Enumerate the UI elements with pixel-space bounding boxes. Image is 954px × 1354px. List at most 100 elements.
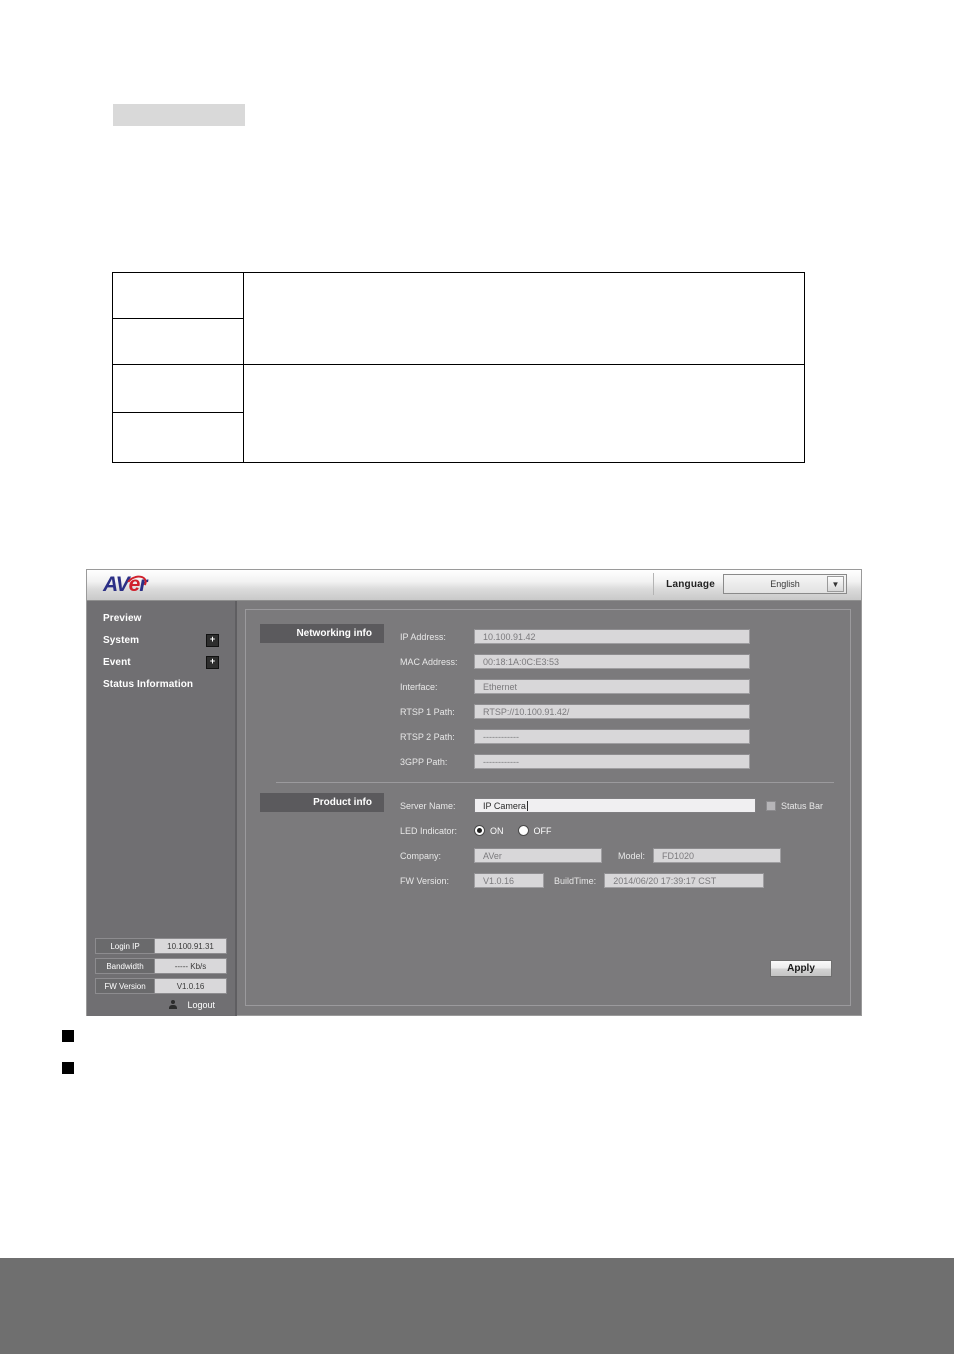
mac-address-value: 00:18:1A:0C:E3:53 <box>474 654 750 669</box>
square-bullet-icon <box>62 1062 74 1074</box>
field-label: RTSP 2 Path: <box>400 731 455 742</box>
chevron-down-icon[interactable]: ▼ <box>827 576 844 592</box>
company-value: AVer <box>474 848 602 863</box>
sidebar-item-label: Status Information <box>103 678 194 690</box>
status-row-bandwidth: Bandwidth ----- Kb/s <box>95 958 227 974</box>
list-item <box>62 1027 762 1059</box>
model-label: Model: <box>618 850 646 861</box>
language-selector[interactable]: Language English ▼ <box>653 573 847 595</box>
plus-expand-icon[interactable]: + <box>206 655 219 669</box>
aver-logo: AVer <box>103 572 148 596</box>
interface-value: Ethernet <box>474 679 750 694</box>
apply-button[interactable]: Apply <box>770 960 832 977</box>
status-value: V1.0.16 <box>176 981 205 991</box>
bullet-list <box>62 1027 762 1091</box>
led-radio-group: ON OFF <box>474 825 566 836</box>
info-table <box>112 272 805 463</box>
field-server-name: Server Name: IP Camera Status Bar <box>400 793 850 818</box>
fw-version-value: V1.0.16 <box>474 873 544 888</box>
buildtime-label: BuildTime: <box>554 875 597 886</box>
field-label: RTSP 1 Path: <box>400 706 455 717</box>
sidebar-item-system[interactable]: System + <box>87 629 235 651</box>
model-value: FD1020 <box>653 848 782 863</box>
plus-expand-icon[interactable]: + <box>206 633 219 647</box>
logo-text-e: e <box>128 572 141 596</box>
status-value: 10.100.91.31 <box>167 941 214 951</box>
sidebar-item-label: Event <box>103 656 131 668</box>
field-fw-version-buildtime: FW Version: V1.0.16 BuildTime: 2014/06/2… <box>400 868 850 893</box>
field-label: Interface: <box>400 681 438 692</box>
status-key: Login IP <box>96 939 155 953</box>
server-name-value: IP Camera <box>483 800 526 811</box>
table-cell-label <box>112 412 244 463</box>
field-rtsp-2-path: RTSP 2 Path: ------------ <box>400 724 850 749</box>
sidebar-item-status-information[interactable]: Status Information <box>87 673 235 695</box>
field-ip-address: IP Address: 10.100.91.42 <box>400 624 850 649</box>
sidebar-item-event[interactable]: Event + <box>87 651 235 673</box>
square-bullet-icon <box>62 1030 74 1042</box>
language-dropdown[interactable]: English ▼ <box>723 574 847 594</box>
app-header: AVer Language English ▼ <box>87 570 861 601</box>
status-key: FW Version <box>96 979 155 993</box>
logo-text-av: AV <box>103 572 130 596</box>
field-3gpp-path: 3GPP Path: ------------ <box>400 749 850 774</box>
table-row <box>112 364 805 463</box>
logout-button[interactable]: Logout <box>95 998 227 1012</box>
content-panel: Networking info IP Address: 10.100.91.42… <box>245 609 851 1006</box>
table-cell-label <box>112 364 244 413</box>
led-on-radio[interactable] <box>474 825 485 836</box>
section-networking-info: Networking info IP Address: 10.100.91.42… <box>246 624 850 774</box>
logo-text-r: r <box>139 572 147 596</box>
status-bar-checkbox[interactable] <box>766 800 776 811</box>
sidebar: Preview System + Event + Status Informat… <box>87 601 237 1016</box>
sidebar-item-preview[interactable]: Preview <box>87 607 235 629</box>
section-title-networking: Networking info <box>260 624 384 643</box>
text-cursor <box>526 800 528 811</box>
table-row <box>112 272 805 365</box>
sidebar-nav: Preview System + Event + Status Informat… <box>87 601 235 695</box>
buildtime-value: 2014/06/20 17:39:17 CST <box>604 873 765 888</box>
3gpp-path-value: ------------ <box>474 754 750 769</box>
app-body: Preview System + Event + Status Informat… <box>87 601 861 1016</box>
ip-camera-web-ui: AVer Language English ▼ Preview System + <box>86 569 862 1016</box>
field-label: IP Address: <box>400 631 446 642</box>
led-off-radio[interactable] <box>517 825 529 836</box>
field-label: FW Version: <box>400 875 450 886</box>
language-selected-value: English <box>770 579 800 589</box>
field-label: Server Name: <box>400 800 456 811</box>
status-value: ----- Kb/s <box>174 961 207 971</box>
field-label: 3GPP Path: <box>400 756 448 767</box>
field-label: Company: <box>400 850 442 861</box>
user-icon <box>169 1000 178 1010</box>
product-fields: Server Name: IP Camera Status Bar LED In… <box>400 793 850 893</box>
list-item <box>62 1059 762 1091</box>
language-label: Language <box>666 578 715 590</box>
table-cell-value <box>243 364 805 463</box>
led-off-label: OFF <box>533 825 552 836</box>
sidebar-item-label: System <box>103 634 140 646</box>
field-label: MAC Address: <box>400 656 458 667</box>
section-divider <box>276 782 834 783</box>
field-led-indicator: LED Indicator: ON OFF <box>400 818 850 843</box>
sidebar-item-label: Preview <box>103 612 142 624</box>
server-name-input[interactable]: IP Camera <box>474 798 756 813</box>
section-product-info: Product info Server Name: IP Camera Stat… <box>246 793 850 893</box>
logout-label: Logout <box>187 1000 215 1010</box>
field-company-model: Company: AVer Model: FD1020 <box>400 843 850 868</box>
rtsp-1-path-value: RTSP://10.100.91.42/ <box>474 704 750 719</box>
table-cell-label <box>112 318 244 365</box>
content-area: Networking info IP Address: 10.100.91.42… <box>237 601 861 1016</box>
field-mac-address: MAC Address: 00:18:1A:0C:E3:53 <box>400 649 850 674</box>
field-label: LED Indicator: <box>400 825 458 836</box>
heading-highlight-block <box>113 104 245 126</box>
field-interface: Interface: Ethernet <box>400 674 850 699</box>
table-cell-value <box>243 272 805 365</box>
led-on-label: ON <box>490 825 504 836</box>
section-title-product: Product info <box>260 793 384 812</box>
field-rtsp-1-path: RTSP 1 Path: RTSP://10.100.91.42/ <box>400 699 850 724</box>
status-bar-checkbox-wrap[interactable]: Status Bar <box>766 800 823 811</box>
status-row-login-ip: Login IP 10.100.91.31 <box>95 938 227 954</box>
rtsp-2-path-value: ------------ <box>474 729 750 744</box>
table-cell-label <box>112 272 244 319</box>
ip-address-value: 10.100.91.42 <box>474 629 750 644</box>
